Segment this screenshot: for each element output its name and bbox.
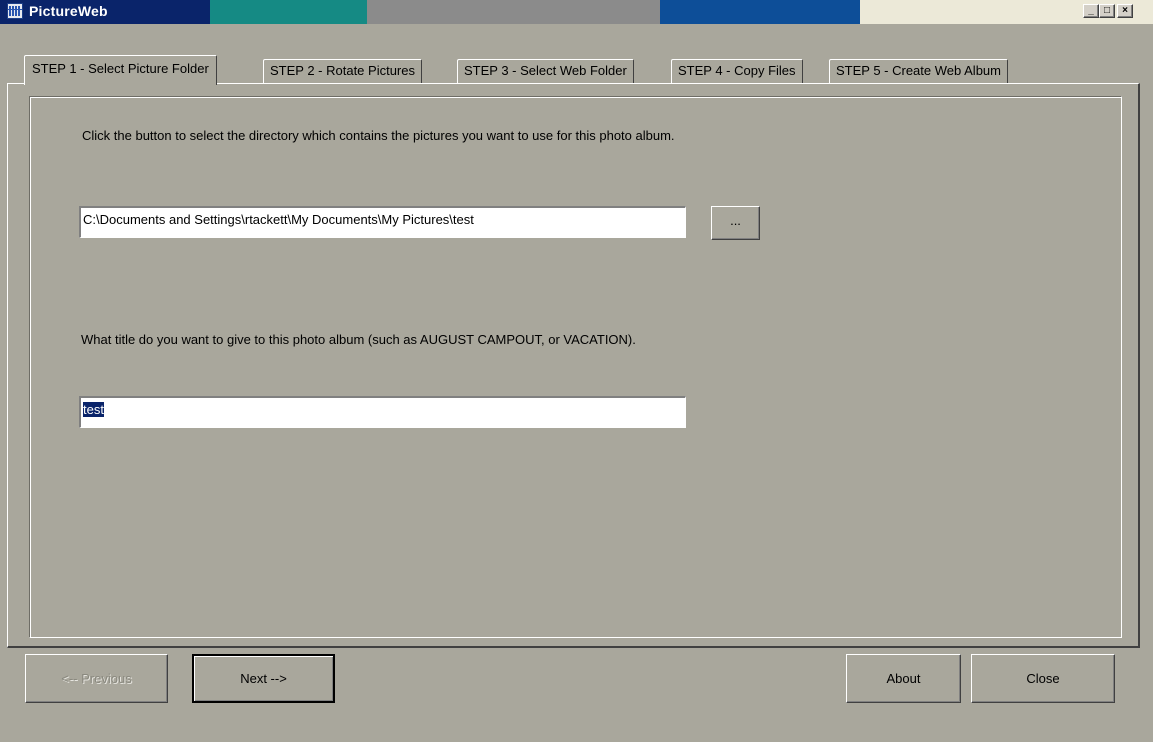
minimize-button[interactable]: _ <box>1083 4 1099 18</box>
about-button[interactable]: About <box>846 654 961 703</box>
tab-panel: Click the button to select the directory… <box>7 83 1140 648</box>
album-title-input[interactable]: test <box>79 396 686 428</box>
previous-label: <-- Previous <box>61 671 132 686</box>
tab-step-3[interactable]: STEP 3 - Select Web Folder <box>457 59 634 83</box>
app-icon[interactable] <box>7 3 23 19</box>
window-title: PictureWeb <box>29 3 108 19</box>
album-title-text: test <box>83 402 104 417</box>
tab-step-4[interactable]: STEP 4 - Copy Files <box>671 59 803 83</box>
close-button[interactable]: Close <box>971 654 1115 703</box>
folder-instructions: Click the button to select the directory… <box>82 128 675 143</box>
maximize-icon: □ <box>1103 5 1111 16</box>
minimize-icon: _ <box>1088 5 1094 16</box>
tab-step-5[interactable]: STEP 5 - Create Web Album <box>829 59 1008 83</box>
close-icon: × <box>1122 5 1128 16</box>
step1-group: Click the button to select the directory… <box>29 96 1122 638</box>
browse-folder-button[interactable]: ... <box>711 206 760 240</box>
tab-step-2[interactable]: STEP 2 - Rotate Pictures <box>263 59 422 83</box>
title-instructions: What title do you want to give to this p… <box>81 332 636 347</box>
next-button[interactable]: Next --> <box>192 654 335 703</box>
tab-step-1[interactable]: STEP 1 - Select Picture Folder <box>24 55 217 85</box>
previous-button[interactable]: <-- Previous <box>25 654 168 703</box>
folder-path-input[interactable]: C:\Documents and Settings\rtackett\My Do… <box>79 206 686 238</box>
close-window-button[interactable]: × <box>1117 4 1133 18</box>
title-bar[interactable]: PictureWeb _ □ × <box>0 0 1153 24</box>
maximize-button[interactable]: □ <box>1099 4 1115 18</box>
